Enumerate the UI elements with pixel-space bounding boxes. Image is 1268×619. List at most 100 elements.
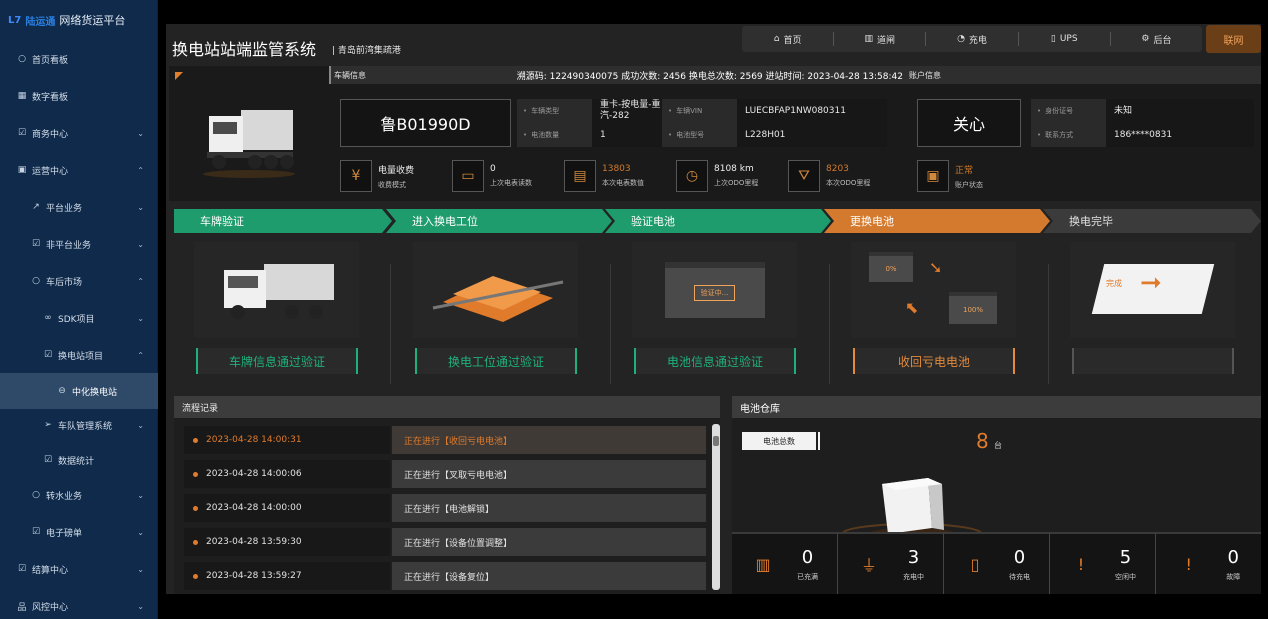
field-value: L228H01 — [737, 123, 887, 147]
field-key: 身份证号 — [1031, 99, 1106, 123]
sidebar-item-icon: ○ — [18, 54, 26, 64]
log-message: 正在进行【设备复位】 — [392, 562, 706, 590]
card-plate: 车牌信息通过验证 — [174, 236, 379, 384]
sidebar-item[interactable]: ☑ 换电站项目 ⌃ — [0, 337, 158, 373]
sidebar-item[interactable]: 品风控中心 ⌄ — [0, 588, 158, 619]
chevron-icon[interactable]: ⌄ — [137, 528, 144, 537]
card-swap: 0% 100% ➘ ⬉ 收回亏电电池 — [831, 236, 1036, 384]
sidebar-item-icon: ☑ — [31, 239, 41, 249]
sidebar-item-icon: ☑ — [31, 527, 41, 537]
top-nav-admin[interactable]: ⚙ 后台 — [1111, 32, 1202, 46]
top-nav: ⌂ 首页 ▥ 道闸 ◔ 充电 ▯ UPS ⚙ 后台 — [742, 26, 1202, 52]
chevron-icon[interactable]: ⌃ — [137, 277, 144, 286]
sidebar: L7 陆运通 网络货运平台 ○ 首页看板 ▦ 数字看板 ☑ 商务中心 ⌄ ▣ 运营中心 ⌃ ↗ 平台业… — [0, 0, 158, 619]
sidebar-item[interactable]: ○ 转水业务 ⌄ — [0, 477, 158, 513]
verifying-tag: 验证中... — [693, 285, 736, 301]
stat-current-odo: ⛛ 8203 本次ODO里程 — [788, 159, 870, 193]
card-label: 换电工位通过验证 — [415, 348, 577, 374]
alert-circle-icon: ! — [1077, 554, 1085, 574]
sidebar-item[interactable]: ○ 车后市场 ⌃ — [0, 263, 158, 299]
stat-number: 5 — [1119, 546, 1132, 568]
chevron-icon[interactable]: ⌄ — [137, 491, 144, 500]
top-nav-gate[interactable]: ▥ 道闸 — [834, 32, 927, 46]
gauge-icon: ◷ — [676, 160, 708, 192]
log-row: 2023-04-28 14:00:06 正在进行【叉取亏电电池】 — [184, 460, 706, 488]
truck-image — [203, 110, 295, 178]
road-icon: ⛛ — [788, 160, 820, 192]
field-key: 车辆VIN — [662, 99, 737, 123]
card-divider — [390, 264, 391, 384]
stat-label: 账户状态 — [955, 180, 983, 189]
sidebar-item[interactable]: ○ 首页看板 — [0, 41, 158, 77]
sidebar-item[interactable]: ↗ 平台业务 ⌄ — [0, 189, 158, 225]
top-nav-home[interactable]: ⌂ 首页 — [742, 32, 835, 46]
battery-total-label: 电池总数 — [742, 432, 816, 450]
empty-battery: 0% — [869, 252, 913, 282]
sidebar-item[interactable]: ▣ 运营中心 ⌃ — [0, 152, 158, 188]
battery-shape: 验证中... — [664, 262, 765, 318]
calendar-icon: ▤ — [564, 160, 596, 192]
sidebar-item[interactable]: ☑ 非平台业务 ⌄ — [0, 226, 158, 262]
log-message: 正在进行【收回亏电电池】 — [392, 426, 706, 454]
chevron-icon[interactable]: ⌄ — [137, 565, 144, 574]
log-time: 2023-04-28 14:00:06 — [184, 460, 390, 488]
battery-warehouse: 电池仓库 电池总数 8 台 ▥ 0 已充满 ⏚ 3 充电中 ▯ 0 待充电 ! … — [732, 396, 1261, 594]
field-key: 联系方式 — [1031, 123, 1106, 147]
chevron-icon[interactable]: ⌄ — [137, 129, 144, 138]
brand-name: 陆运通 — [25, 16, 56, 28]
sidebar-item[interactable]: ☑ 结算中心 ⌄ — [0, 551, 158, 587]
sidebar-item[interactable]: ☑ 数据统计 — [0, 442, 158, 478]
sidebar-item[interactable]: ⊖ 中化换电站 — [0, 373, 158, 409]
sidebar-item-label: 电子磅单 — [46, 528, 83, 539]
log-scrollbar-thumb[interactable] — [713, 436, 719, 446]
stat-label: 充电中 — [903, 572, 924, 581]
field-id-number: 身份证号 未知 — [1031, 99, 1254, 123]
sidebar-item-icon: ☑ — [17, 564, 27, 574]
battery-full-icon: ▥ — [755, 554, 771, 574]
chevron-icon[interactable]: ⌄ — [137, 314, 144, 323]
stat-last-odo: ◷ 8108 km 上次ODO里程 — [676, 159, 758, 193]
log-row: 2023-04-28 13:59:30 正在进行【设备位置调整】 — [184, 528, 706, 556]
log-row: 2023-04-28 14:00:00 正在进行【电池解锁】 — [184, 494, 706, 522]
card-label: 车牌信息通过验证 — [196, 348, 358, 374]
sidebar-item[interactable]: ☑ 商务中心 ⌄ — [0, 115, 158, 151]
sidebar-item-label: 换电站项目 — [58, 351, 104, 362]
alert-circle-icon: ! — [1185, 554, 1192, 574]
top-nav-charge[interactable]: ◔ 充电 — [926, 32, 1019, 46]
chevron-icon[interactable]: ⌄ — [137, 421, 144, 430]
chevron-icon[interactable]: ⌄ — [137, 203, 144, 212]
field-key: 车辆类型 — [517, 99, 592, 123]
home-icon: ⌂ — [773, 34, 780, 44]
charge-icon: ◔ — [957, 34, 965, 44]
stat-account-status: ▣ 正常 账户状态 — [917, 159, 983, 193]
chevron-icon[interactable]: ⌃ — [137, 351, 144, 360]
sidebar-item[interactable]: ☑ 电子磅单 ⌄ — [0, 514, 158, 550]
step-swap-battery: 更换电池 — [824, 209, 1050, 233]
chevron-icon[interactable]: ⌄ — [137, 240, 144, 249]
chevron-icon[interactable]: ⌃ — [137, 166, 144, 175]
main-panel: 换电站站端监管系统 | 青岛前湾集疏港 ⌂ 首页 ▥ 道闸 ◔ 充电 ▯ UPS ⚙ 后台… — [166, 24, 1261, 594]
top-nav-label: 首页 — [783, 35, 802, 46]
sidebar-item-icon: ☑ — [17, 128, 27, 138]
log-time: 2023-04-28 13:59:27 — [184, 562, 390, 590]
yuan-icon: ¥ — [340, 160, 372, 192]
online-button[interactable]: 联网 — [1206, 25, 1261, 53]
chevron-icon[interactable]: ⌄ — [137, 602, 144, 611]
top-nav-ups[interactable]: ▯ UPS — [1019, 32, 1111, 46]
stat-last-meter: ▭ 0 上次电表读数 — [452, 159, 532, 193]
stat-number: 0 — [801, 546, 814, 568]
log-message: 正在进行【设备位置调整】 — [392, 528, 706, 556]
sidebar-item-icon: ○ — [32, 490, 40, 500]
sidebar-item-icon: ▦ — [17, 91, 27, 101]
sidebar-item[interactable]: ∞ SDK项目 ⌄ — [0, 300, 158, 336]
card-divider — [1048, 264, 1049, 384]
battery-total-count: 8 — [976, 429, 989, 453]
sidebar-item[interactable]: ➢ 车队管理系统 ⌄ — [0, 407, 158, 443]
vehicle-trace-info: 溯源码: 122490340075 成功次数: 2456 换电总次数: 2569… — [516, 71, 903, 82]
ups-icon: ▯ — [1050, 34, 1056, 44]
sidebar-item-label: 车后市场 — [46, 277, 83, 288]
log-scrollbar[interactable] — [712, 424, 720, 590]
sidebar-item-label: 非平台业务 — [46, 240, 92, 251]
account-icon: ▣ — [917, 160, 949, 192]
sidebar-item[interactable]: ▦ 数字看板 — [0, 78, 158, 114]
